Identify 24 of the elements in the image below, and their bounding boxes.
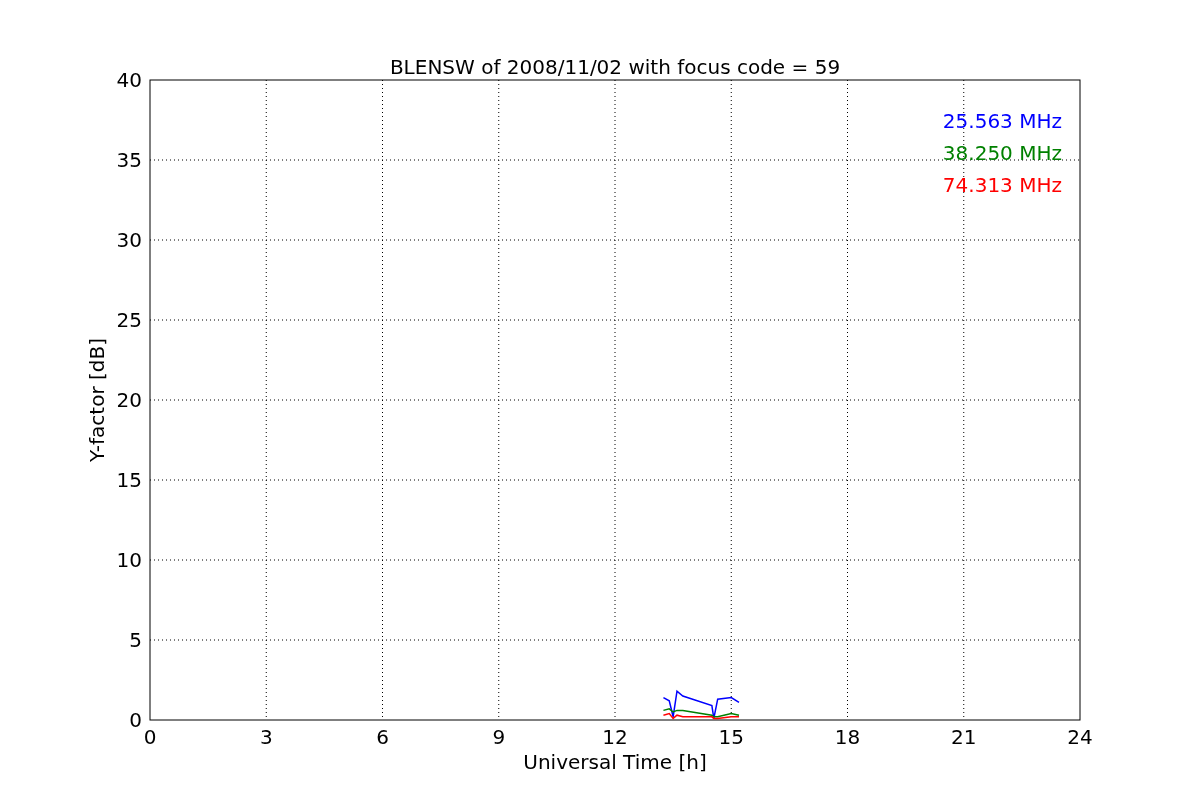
y-tick-label: 30: [116, 228, 142, 252]
y-tick-label: 15: [116, 468, 142, 492]
x-tick-label: 6: [376, 725, 389, 749]
x-tick-label: 0: [143, 725, 157, 749]
y-tick-label: 40: [116, 68, 142, 92]
y-tick-label: 35: [116, 148, 142, 172]
x-axis-label: Universal Time [h]: [523, 750, 707, 774]
x-tick-label: 15: [718, 725, 744, 749]
y-tick-label: 10: [116, 548, 142, 572]
x-tick-label: 9: [492, 725, 506, 749]
y-axis-label: Y-factor [dB]: [85, 338, 109, 462]
legend-label: 74.313 MHz: [942, 173, 1062, 197]
x-tick-label: 18: [834, 725, 861, 749]
legend-label: 25.563 MHz: [942, 109, 1062, 133]
y-tick-label: 0: [129, 708, 142, 732]
x-tick-label: 21: [951, 725, 977, 749]
chart-title: BLENSW of 2008/11/02 with focus code = 59: [389, 55, 841, 79]
x-tick-label: 3: [259, 725, 273, 749]
y-tick-label: 5: [129, 628, 142, 652]
legend-label: 38.250 MHz: [942, 141, 1062, 165]
x-tick-label: 24: [1067, 725, 1093, 749]
x-tick-label: 12: [602, 725, 628, 749]
y-tick-label: 25: [116, 308, 142, 332]
y-tick-label: 20: [116, 388, 142, 412]
